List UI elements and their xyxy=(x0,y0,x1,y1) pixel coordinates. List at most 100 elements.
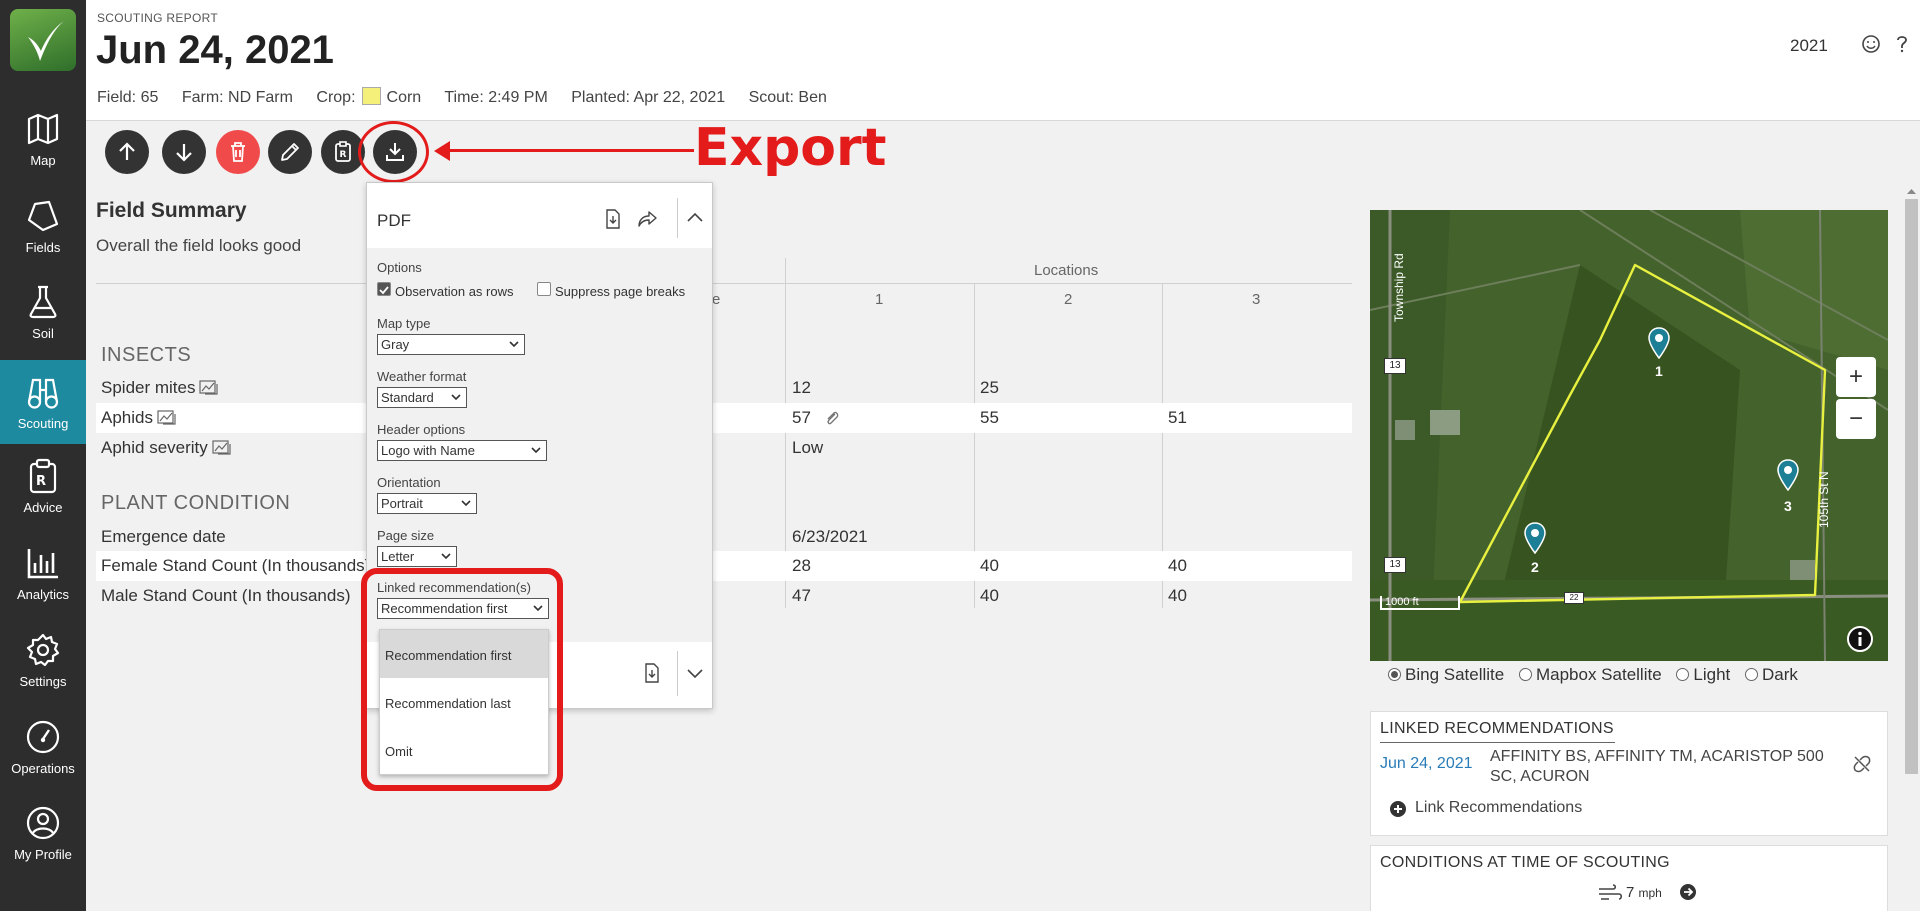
page-title: Jun 24, 2021 xyxy=(96,28,334,72)
unlink-icon[interactable] xyxy=(1852,754,1872,774)
orientation-select[interactable]: Portrait xyxy=(377,493,477,514)
map-type-select[interactable]: Gray xyxy=(377,334,525,355)
linked-recommendations-card: LINKED RECOMMENDATIONS Jun 24, 2021 AFFI… xyxy=(1370,711,1888,836)
help-icon[interactable] xyxy=(1892,34,1912,54)
row-name: Aphids xyxy=(101,408,153,427)
file-download-icon[interactable] xyxy=(604,209,622,229)
table-divider xyxy=(96,283,1352,284)
share-icon[interactable] xyxy=(636,209,658,229)
location-value: 55 xyxy=(980,408,999,427)
radio[interactable] xyxy=(1676,668,1690,681)
sidebar-item-analytics[interactable]: Analytics xyxy=(0,531,86,615)
table-row: Spider mites 12 25 xyxy=(96,373,1352,403)
map-pin-icon[interactable] xyxy=(1776,459,1800,491)
observation-as-rows-checkbox[interactable] xyxy=(377,282,391,296)
feedback-smiley-icon[interactable] xyxy=(1861,34,1881,54)
recommendation-date-link[interactable]: Jun 24, 2021 xyxy=(1380,755,1473,773)
season-year-selector[interactable]: 2021 xyxy=(1790,36,1828,56)
wind-icon xyxy=(1599,884,1623,900)
paperclip-icon[interactable] xyxy=(824,409,840,427)
chart-image-icon[interactable] xyxy=(212,440,232,455)
trash-icon xyxy=(231,142,245,162)
radio[interactable] xyxy=(1518,668,1532,681)
basemap-label: Dark xyxy=(1762,665,1798,684)
move-up-button[interactable] xyxy=(105,130,149,174)
prescription-clipboard-icon: R xyxy=(335,141,351,162)
svg-text:R: R xyxy=(36,474,46,489)
chart-image-icon[interactable] xyxy=(199,380,219,395)
scrollbar-thumb[interactable] xyxy=(1905,199,1918,774)
arrow-right-circle-icon[interactable] xyxy=(1679,883,1697,901)
location-value: 25 xyxy=(980,378,999,397)
sidebar-item-my-profile[interactable]: My Profile xyxy=(0,791,86,875)
location-value: 40 xyxy=(980,586,999,605)
title-underline xyxy=(1380,742,1615,743)
map-pin-icon[interactable] xyxy=(1523,522,1547,554)
zoom-in-button[interactable]: + xyxy=(1836,357,1876,397)
location-value: 40 xyxy=(1168,556,1187,575)
checkmark-icon xyxy=(379,286,389,295)
info-icon[interactable] xyxy=(1846,625,1874,653)
plus-circle-icon[interactable] xyxy=(1389,800,1407,818)
edit-button[interactable] xyxy=(268,130,312,174)
section-header-plant-condition: PLANT CONDITION xyxy=(101,492,291,514)
map-pin-icon[interactable] xyxy=(1647,327,1671,359)
chevron-down-icon[interactable] xyxy=(686,667,704,679)
sidebar-item-settings[interactable]: Settings xyxy=(0,618,86,702)
page-size-select[interactable]: Letter xyxy=(377,546,457,567)
weather-format-label: Weather format xyxy=(377,369,467,384)
pdf-export-header[interactable]: PDF xyxy=(367,183,712,248)
sidebar-item-map[interactable]: Map xyxy=(0,97,86,181)
sidebar-item-advice[interactable]: R Advice xyxy=(0,444,86,528)
row-name: Emergence date xyxy=(101,527,226,546)
location-column-header: 1 xyxy=(875,291,884,308)
sidebar-item-scouting[interactable]: Scouting xyxy=(0,360,86,444)
sidebar-item-soil[interactable]: Soil xyxy=(0,270,86,354)
arrow-down-icon xyxy=(176,144,192,162)
row-name: Aphid severity xyxy=(101,438,208,457)
header-options-select[interactable]: Logo with Name xyxy=(377,440,547,461)
map-type-label: Map type xyxy=(377,316,431,331)
meta-scout: Scout: Ben xyxy=(748,89,827,106)
basemap-option[interactable]: Dark xyxy=(1745,665,1798,684)
report-meta: Field: 65 Farm: ND Farm Crop: Corn Time: … xyxy=(97,87,846,107)
table-row: Aphids 57 55 51 xyxy=(96,403,1352,433)
page-scrollbar[interactable] xyxy=(1903,185,1920,911)
sidebar-item-operations[interactable]: Operations xyxy=(0,705,86,789)
basemap-option[interactable]: Light xyxy=(1676,665,1730,684)
export-annotation-label: Export xyxy=(694,118,887,178)
route-shield: 13 xyxy=(1384,557,1406,573)
location-value: 6/23/2021 xyxy=(792,527,868,546)
sidebar-item-label: Soil xyxy=(32,326,54,341)
radio[interactable] xyxy=(1745,668,1758,681)
linked-recommendations-highlight-box xyxy=(361,568,563,791)
sidebar-item-label: Map xyxy=(30,153,56,168)
header-options-value: Logo with Name xyxy=(381,443,475,458)
basemap-option[interactable]: Mapbox Satellite xyxy=(1518,665,1662,684)
sidebar-item-label: My Profile xyxy=(14,847,72,862)
weather-format-select[interactable]: Standard xyxy=(377,387,467,408)
delete-button[interactable] xyxy=(216,130,260,174)
table-row: Female Stand Count (In thousands) 28 40 … xyxy=(96,551,1352,581)
field-map[interactable]: Township Rd 105th St N 13 13 22 1000 ft … xyxy=(1370,210,1888,661)
link-recommendations-button[interactable]: Link Recommendations xyxy=(1415,799,1582,817)
radio-selected[interactable] xyxy=(1388,668,1401,681)
app-logo[interactable] xyxy=(10,9,76,71)
chart-image-icon[interactable] xyxy=(157,410,177,425)
bar-chart-icon xyxy=(27,549,58,579)
suppress-page-breaks-checkbox[interactable] xyxy=(537,282,551,296)
sidebar-item-fields[interactable]: Fields xyxy=(0,184,86,268)
suppress-page-breaks-label[interactable]: Suppress page breaks xyxy=(555,284,685,299)
zoom-out-button[interactable]: − xyxy=(1836,399,1876,439)
sidebar-item-label: Settings xyxy=(19,674,67,689)
report-header: SCOUTING REPORT Jun 24, 2021 Field: 65 F… xyxy=(86,0,1920,121)
scroll-up-icon[interactable] xyxy=(1906,187,1917,195)
chevron-up-icon[interactable] xyxy=(686,211,704,223)
move-down-button[interactable] xyxy=(162,130,206,174)
basemap-option[interactable]: Bing Satellite xyxy=(1388,665,1504,684)
prescription-clipboard-icon: R xyxy=(29,458,57,494)
file-download-icon[interactable] xyxy=(643,663,661,683)
chevron-down-icon xyxy=(461,500,471,507)
arrow-up-icon xyxy=(119,142,135,160)
observation-as-rows-label[interactable]: Observation as rows xyxy=(395,284,514,299)
